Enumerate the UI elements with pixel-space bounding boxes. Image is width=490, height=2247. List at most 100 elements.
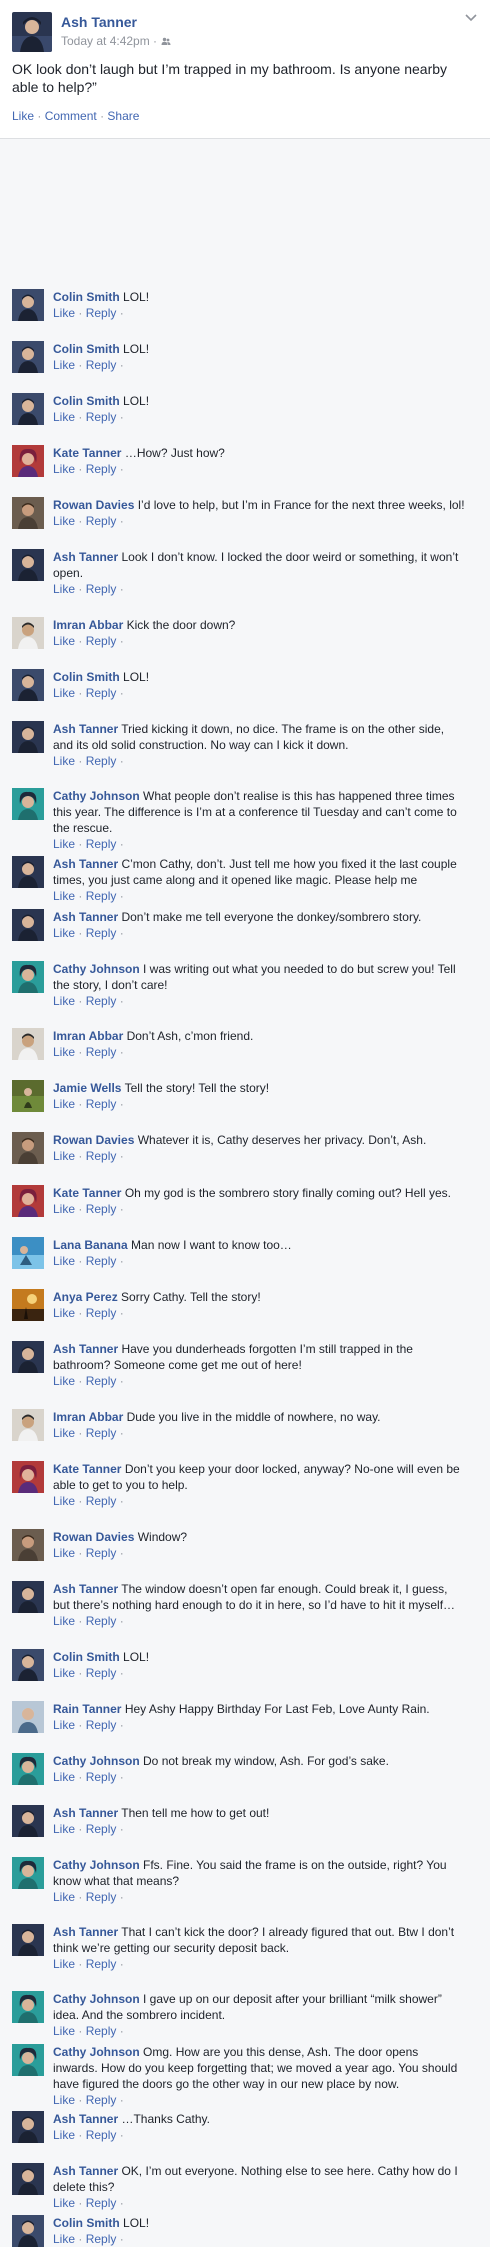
avatar[interactable] [12, 1991, 44, 2023]
like-link[interactable]: Like [53, 410, 75, 424]
like-link[interactable]: Like [53, 306, 75, 320]
comment-author[interactable]: Ash Tanner [53, 1342, 118, 1356]
like-link[interactable]: Like [53, 2232, 75, 2246]
avatar[interactable] [12, 289, 44, 321]
avatar[interactable] [12, 721, 44, 753]
reply-link[interactable]: Reply [86, 1546, 117, 1560]
like-link[interactable]: Like [53, 358, 75, 372]
avatar[interactable] [12, 669, 44, 701]
reply-link[interactable]: Reply [86, 1374, 117, 1388]
reply-link[interactable]: Reply [86, 889, 117, 903]
like-link[interactable]: Like [53, 1718, 75, 1732]
like-link[interactable]: Like [53, 1890, 75, 1904]
avatar[interactable] [12, 2163, 44, 2195]
avatar[interactable] [12, 2215, 44, 2247]
post-author[interactable]: Ash Tanner [61, 14, 137, 30]
avatar[interactable] [12, 1409, 44, 1441]
comment-author[interactable]: Lana Banana [53, 1238, 128, 1252]
like-link[interactable]: Like [53, 1374, 75, 1388]
like-link[interactable]: Like [53, 1306, 75, 1320]
comment-author[interactable]: Kate Tanner [53, 1462, 121, 1476]
comment-author[interactable]: Imran Abbar [53, 1029, 123, 1043]
like-link[interactable]: Like [53, 1426, 75, 1440]
like-link[interactable]: Like [53, 926, 75, 940]
reply-link[interactable]: Reply [86, 754, 117, 768]
reply-link[interactable]: Reply [86, 1149, 117, 1163]
comment-author[interactable]: Rain Tanner [53, 1702, 121, 1716]
comment-author[interactable]: Colin Smith [53, 394, 120, 408]
comment-author[interactable]: Kate Tanner [53, 446, 121, 460]
reply-link[interactable]: Reply [86, 1202, 117, 1216]
reply-link[interactable]: Reply [86, 1770, 117, 1784]
reply-link[interactable]: Reply [86, 837, 117, 851]
avatar[interactable] [12, 1132, 44, 1164]
comment-author[interactable]: Anya Perez [53, 1290, 118, 1304]
like-link[interactable]: Like [53, 514, 75, 528]
comment-author[interactable]: Kate Tanner [53, 1186, 121, 1200]
comment-author[interactable]: Cathy Johnson [53, 1754, 140, 1768]
reply-link[interactable]: Reply [86, 1957, 117, 1971]
avatar[interactable] [12, 961, 44, 993]
avatar[interactable] [12, 341, 44, 373]
like-link[interactable]: Like [53, 1097, 75, 1111]
reply-link[interactable]: Reply [86, 2196, 117, 2210]
comment-author[interactable]: Colin Smith [53, 1650, 120, 1664]
comment-author[interactable]: Jamie Wells [53, 1081, 121, 1095]
comment-link[interactable]: Comment [45, 109, 97, 123]
avatar[interactable] [12, 1924, 44, 1956]
comment-author[interactable]: Ash Tanner [53, 1806, 118, 1820]
comment-author[interactable]: Cathy Johnson [53, 962, 140, 976]
comment-author[interactable]: Rowan Davies [53, 1133, 134, 1147]
reply-link[interactable]: Reply [86, 514, 117, 528]
share-link[interactable]: Share [107, 109, 139, 123]
like-link[interactable]: Like [53, 837, 75, 851]
reply-link[interactable]: Reply [86, 358, 117, 372]
comment-author[interactable]: Ash Tanner [53, 722, 118, 736]
reply-link[interactable]: Reply [86, 2128, 117, 2142]
like-link[interactable]: Like [53, 754, 75, 768]
reply-link[interactable]: Reply [86, 1254, 117, 1268]
comment-author[interactable]: Colin Smith [53, 2216, 120, 2230]
reply-link[interactable]: Reply [86, 634, 117, 648]
like-link[interactable]: Like [12, 109, 34, 123]
like-link[interactable]: Like [53, 1254, 75, 1268]
chevron-down-icon[interactable] [464, 12, 478, 22]
comment-author[interactable]: Ash Tanner [53, 550, 118, 564]
comment-author[interactable]: Colin Smith [53, 670, 120, 684]
like-link[interactable]: Like [53, 994, 75, 1008]
reply-link[interactable]: Reply [86, 1822, 117, 1836]
avatar[interactable] [12, 2111, 44, 2143]
reply-link[interactable]: Reply [86, 462, 117, 476]
comment-author[interactable]: Cathy Johnson [53, 1992, 140, 2006]
reply-link[interactable]: Reply [86, 1097, 117, 1111]
like-link[interactable]: Like [53, 686, 75, 700]
comment-author[interactable]: Ash Tanner [53, 1582, 118, 1596]
like-link[interactable]: Like [53, 1149, 75, 1163]
avatar[interactable] [12, 445, 44, 477]
like-link[interactable]: Like [53, 2024, 75, 2038]
avatar[interactable] [12, 1028, 44, 1060]
reply-link[interactable]: Reply [86, 1614, 117, 1628]
reply-link[interactable]: Reply [86, 306, 117, 320]
reply-link[interactable]: Reply [86, 410, 117, 424]
reply-link[interactable]: Reply [86, 686, 117, 700]
like-link[interactable]: Like [53, 1045, 75, 1059]
like-link[interactable]: Like [53, 582, 75, 596]
comment-author[interactable]: Imran Abbar [53, 618, 123, 632]
avatar[interactable] [12, 909, 44, 941]
avatar[interactable] [12, 1701, 44, 1733]
comment-author[interactable]: Rowan Davies [53, 1530, 134, 1544]
like-link[interactable]: Like [53, 2128, 75, 2142]
reply-link[interactable]: Reply [86, 1045, 117, 1059]
like-link[interactable]: Like [53, 2196, 75, 2210]
comment-author[interactable]: Ash Tanner [53, 2112, 118, 2126]
like-link[interactable]: Like [53, 462, 75, 476]
avatar[interactable] [12, 788, 44, 820]
avatar[interactable] [12, 2044, 44, 2076]
post-timestamp[interactable]: Today at 4:42pm · [61, 34, 157, 48]
comment-author[interactable]: Rowan Davies [53, 498, 134, 512]
like-link[interactable]: Like [53, 1770, 75, 1784]
like-link[interactable]: Like [53, 1202, 75, 1216]
avatar[interactable] [12, 1237, 44, 1269]
avatar[interactable] [12, 1461, 44, 1493]
